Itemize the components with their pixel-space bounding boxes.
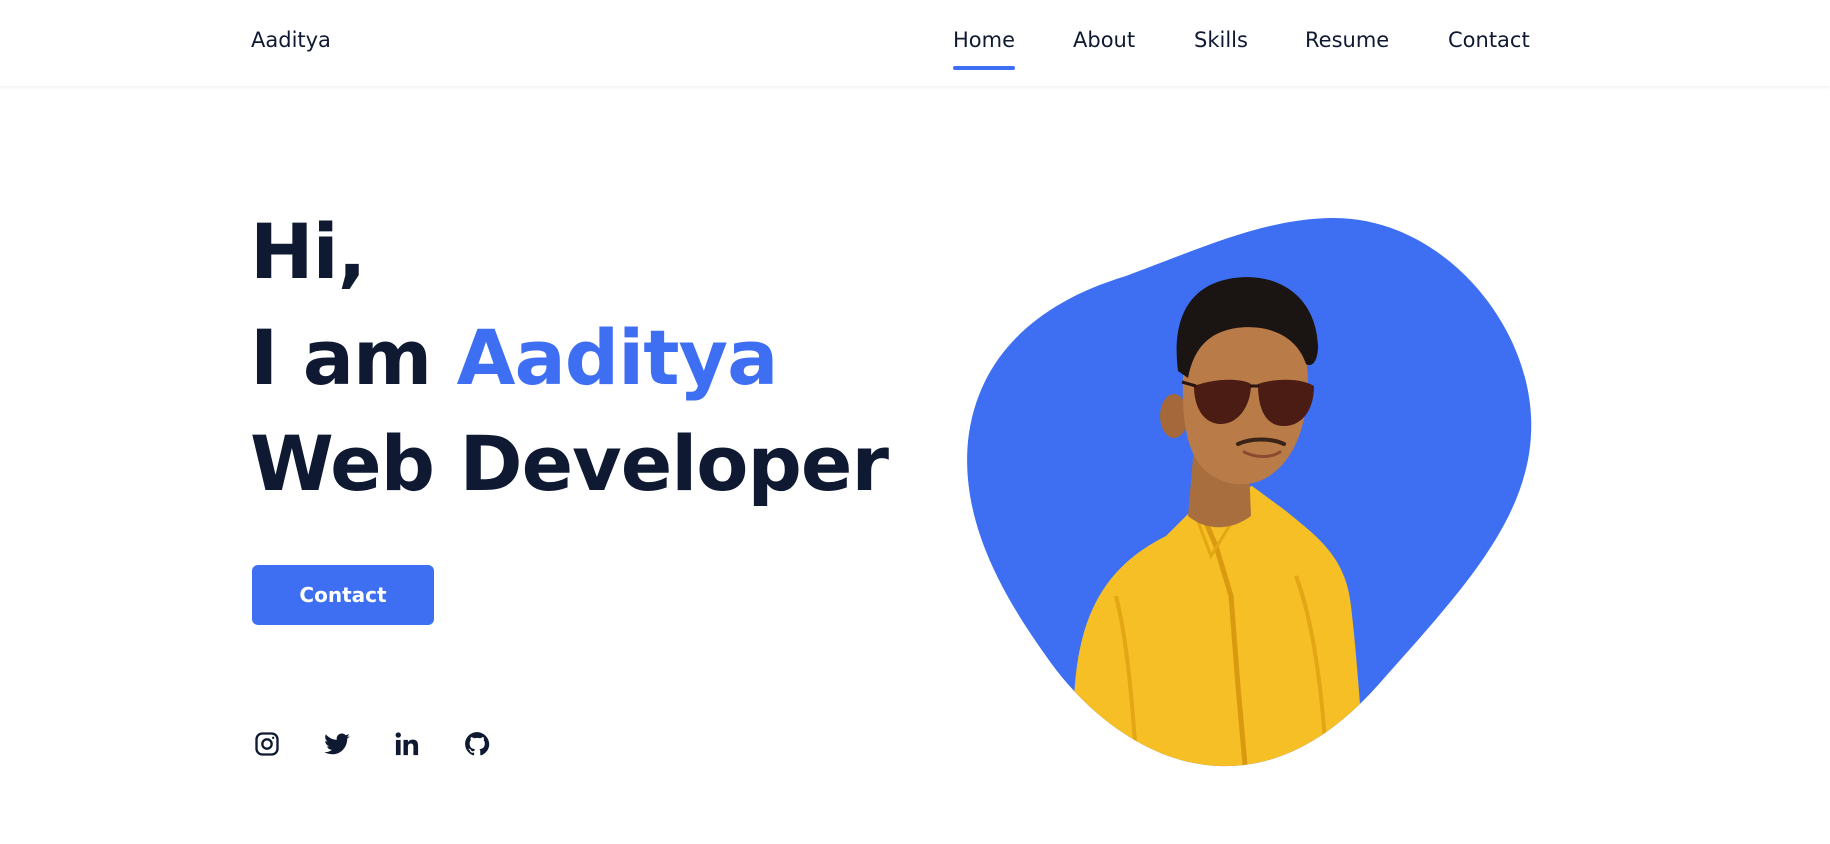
nav-link-about[interactable]: About xyxy=(1073,28,1135,52)
profile-blob-illustration xyxy=(967,217,1532,767)
nav-link-skills[interactable]: Skills xyxy=(1194,28,1248,52)
nav-link-contact[interactable]: Contact xyxy=(1448,28,1530,52)
nav-link-home[interactable]: Home xyxy=(953,28,1016,70)
nav-link-home-label: Home xyxy=(953,28,1016,52)
active-nav-indicator xyxy=(953,66,1016,70)
instagram-icon[interactable] xyxy=(253,730,281,758)
profile-photo xyxy=(966,216,1532,768)
site-header: Aaditya Home About Skills Resume Contact xyxy=(0,0,1830,86)
hero-name: Aaditya xyxy=(456,313,779,402)
nav-link-resume[interactable]: Resume xyxy=(1305,28,1389,52)
linkedin-icon[interactable] xyxy=(393,730,421,758)
hero-role: Web Developer xyxy=(250,419,889,508)
hero-intro: I am Aaditya xyxy=(250,320,778,396)
hero-greeting: Hi, xyxy=(250,207,367,296)
hero-intro-prefix: I am xyxy=(250,313,457,402)
contact-button[interactable]: Contact xyxy=(252,565,434,625)
twitter-icon[interactable] xyxy=(323,730,351,758)
github-icon[interactable] xyxy=(463,730,491,758)
main-nav: Home About Skills Resume Contact xyxy=(0,28,1830,78)
